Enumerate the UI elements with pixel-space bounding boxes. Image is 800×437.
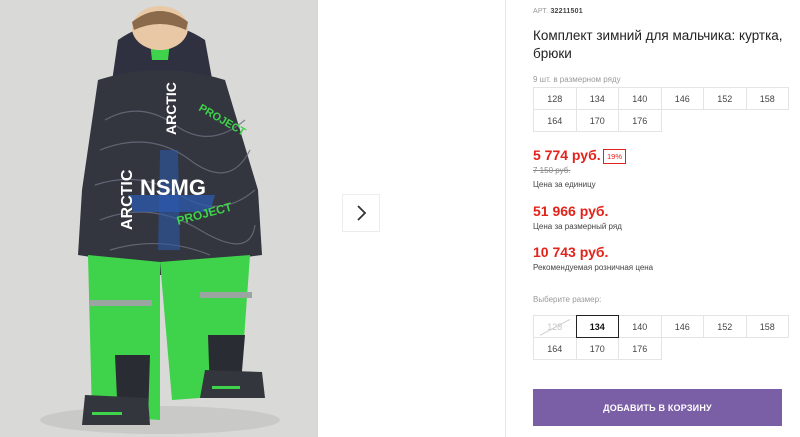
article-number: АРТ. 32211501	[533, 8, 583, 15]
size-option-134[interactable]: 134	[575, 315, 619, 338]
jacket-print-text: ARCTIC	[119, 169, 136, 230]
size-row-cell: 158	[745, 87, 789, 110]
size-row-cell: 128	[533, 87, 577, 110]
size-option-170[interactable]: 170	[575, 337, 619, 360]
rrp-price-caption: Рекомендуемая розничная цена	[533, 263, 654, 272]
size-row-cell: 146	[660, 87, 704, 110]
size-option-164[interactable]: 164	[533, 337, 577, 360]
unit-price-caption: Цена за единицу	[533, 180, 596, 189]
divider	[505, 0, 506, 437]
size-row-label: 9 шт. в размерном ряду	[533, 75, 621, 84]
size-option-158[interactable]: 158	[745, 315, 789, 338]
add-to-cart-button[interactable]: ДОБАВИТЬ В КОРЗИНУ	[533, 389, 782, 426]
row-price: 51 966 руб.	[533, 203, 609, 219]
article-label: АРТ.	[533, 8, 549, 15]
size-row-cell: 176	[618, 109, 662, 132]
size-row-cell: 152	[703, 87, 747, 110]
size-row-cell: 170	[575, 109, 619, 132]
size-row-grid: 128 134 140 146 152 158 164 170 176	[533, 87, 789, 132]
unit-price: 5 774 руб.	[533, 147, 601, 163]
size-select-label: Выберите размер:	[533, 295, 602, 304]
size-row-cell: 164	[533, 109, 577, 132]
size-option-140[interactable]: 140	[618, 315, 662, 338]
rrp-price: 10 743 руб.	[533, 244, 609, 260]
size-option-176[interactable]: 176	[618, 337, 662, 360]
size-row-cell: 134	[575, 87, 619, 110]
size-select-grid: 128 134 140 146 152 158 164 170 176	[533, 315, 789, 360]
product-image: ARCTIC ARCTIC PROJECT NSMG PROJECT	[0, 0, 318, 437]
old-price: 7 150 руб.	[533, 166, 571, 175]
size-option-146[interactable]: 146	[660, 315, 704, 338]
product-photo: ARCTIC ARCTIC PROJECT NSMG PROJECT	[0, 0, 318, 437]
article-value: 32211501	[550, 8, 583, 15]
size-option-128: 128	[533, 315, 577, 338]
next-image-button[interactable]	[342, 194, 380, 232]
jacket-print-text: ARCTIC	[163, 82, 179, 135]
chevron-right-icon	[357, 205, 367, 221]
product-gallery: ARCTIC ARCTIC PROJECT NSMG PROJECT	[0, 0, 505, 437]
product-title: Комплект зимний для мальчика: куртка, бр…	[533, 28, 783, 61]
jacket-print-text: NSMG	[140, 175, 206, 200]
discount-badge: 19%	[603, 149, 627, 164]
row-price-caption: Цена за размерный ряд	[533, 222, 622, 231]
size-row-cell: 140	[618, 87, 662, 110]
size-option-152[interactable]: 152	[703, 315, 747, 338]
